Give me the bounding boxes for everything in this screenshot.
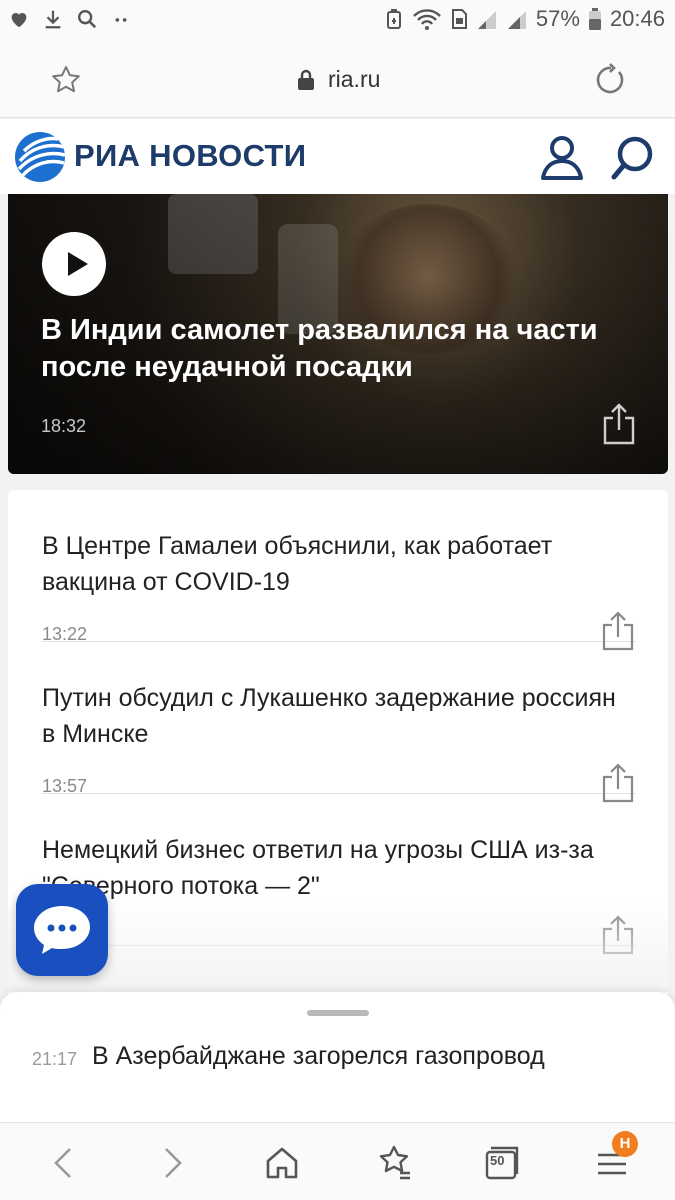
site-header: РИА НОВОСТИ bbox=[0, 119, 675, 194]
news-title[interactable]: Немецкий бизнес ответил на угрозы США из… bbox=[42, 832, 636, 904]
heart-icon bbox=[11, 13, 27, 28]
bookmark-star-icon[interactable] bbox=[50, 64, 82, 96]
search-status-icon bbox=[78, 10, 97, 29]
tabs-count: 50 bbox=[490, 1153, 505, 1168]
sheet-drag-handle[interactable] bbox=[307, 1010, 369, 1016]
sheet-time: 21:17 bbox=[32, 1049, 78, 1069]
hero-video-card[interactable]: В Индии самолет развалился на части посл… bbox=[8, 194, 668, 474]
back-icon[interactable] bbox=[44, 1143, 84, 1183]
url-text[interactable]: ria.ru bbox=[328, 66, 380, 93]
logo-text[interactable]: РИА НОВОСТИ bbox=[74, 138, 306, 174]
share-icon[interactable] bbox=[600, 402, 638, 446]
wifi-icon bbox=[413, 9, 441, 30]
status-bar: 57% 20:46 bbox=[0, 0, 675, 44]
hero-title[interactable]: В Индии самолет развалился на части посл… bbox=[41, 312, 601, 386]
user-icon[interactable] bbox=[540, 135, 584, 181]
signal-2-icon bbox=[507, 11, 526, 29]
status-right: 57% 20:46 bbox=[384, 6, 665, 32]
hero-time: 18:32 bbox=[41, 416, 87, 436]
reload-icon[interactable] bbox=[592, 62, 628, 98]
news-item[interactable]: Путин обсудил с Лукашенко задержание рос… bbox=[42, 642, 636, 803]
news-title[interactable]: В Центре Гамалеи объяснили, как работает… bbox=[42, 528, 636, 600]
more-dots-icon bbox=[115, 18, 127, 22]
menu-badge: H bbox=[612, 1131, 638, 1157]
browser-url-bar: ria.ru bbox=[0, 44, 675, 118]
chat-bubble-icon bbox=[34, 906, 90, 954]
forward-icon[interactable] bbox=[152, 1143, 192, 1183]
bookmarks-icon[interactable] bbox=[374, 1143, 414, 1183]
news-title[interactable]: Путин обсудил с Лукашенко задержание рос… bbox=[42, 680, 636, 752]
download-icon bbox=[45, 10, 61, 29]
sheet-title[interactable]: В Азербайджане загорелся газопровод bbox=[92, 1042, 545, 1071]
chat-button[interactable] bbox=[16, 884, 108, 976]
lock-icon bbox=[298, 69, 314, 90]
ria-logo-icon[interactable] bbox=[14, 131, 66, 183]
battery-saver-icon bbox=[386, 9, 401, 29]
home-icon[interactable] bbox=[262, 1143, 302, 1183]
sim-icon bbox=[451, 9, 467, 29]
battery-icon bbox=[588, 8, 601, 30]
battery-percent: 57% bbox=[535, 6, 580, 31]
search-icon[interactable] bbox=[610, 135, 656, 181]
clock: 20:46 bbox=[609, 6, 665, 31]
signal-1-icon bbox=[477, 11, 496, 29]
breaking-news-sheet[interactable]: 21:17 В Азербайджане загорелся газопрово… bbox=[0, 992, 675, 1122]
browser-bottom-nav: 50 H bbox=[0, 1122, 675, 1200]
status-left-icons bbox=[8, 8, 132, 30]
play-button[interactable] bbox=[42, 232, 106, 296]
news-item[interactable]: В Центре Гамалеи объяснили, как работает… bbox=[42, 490, 636, 651]
